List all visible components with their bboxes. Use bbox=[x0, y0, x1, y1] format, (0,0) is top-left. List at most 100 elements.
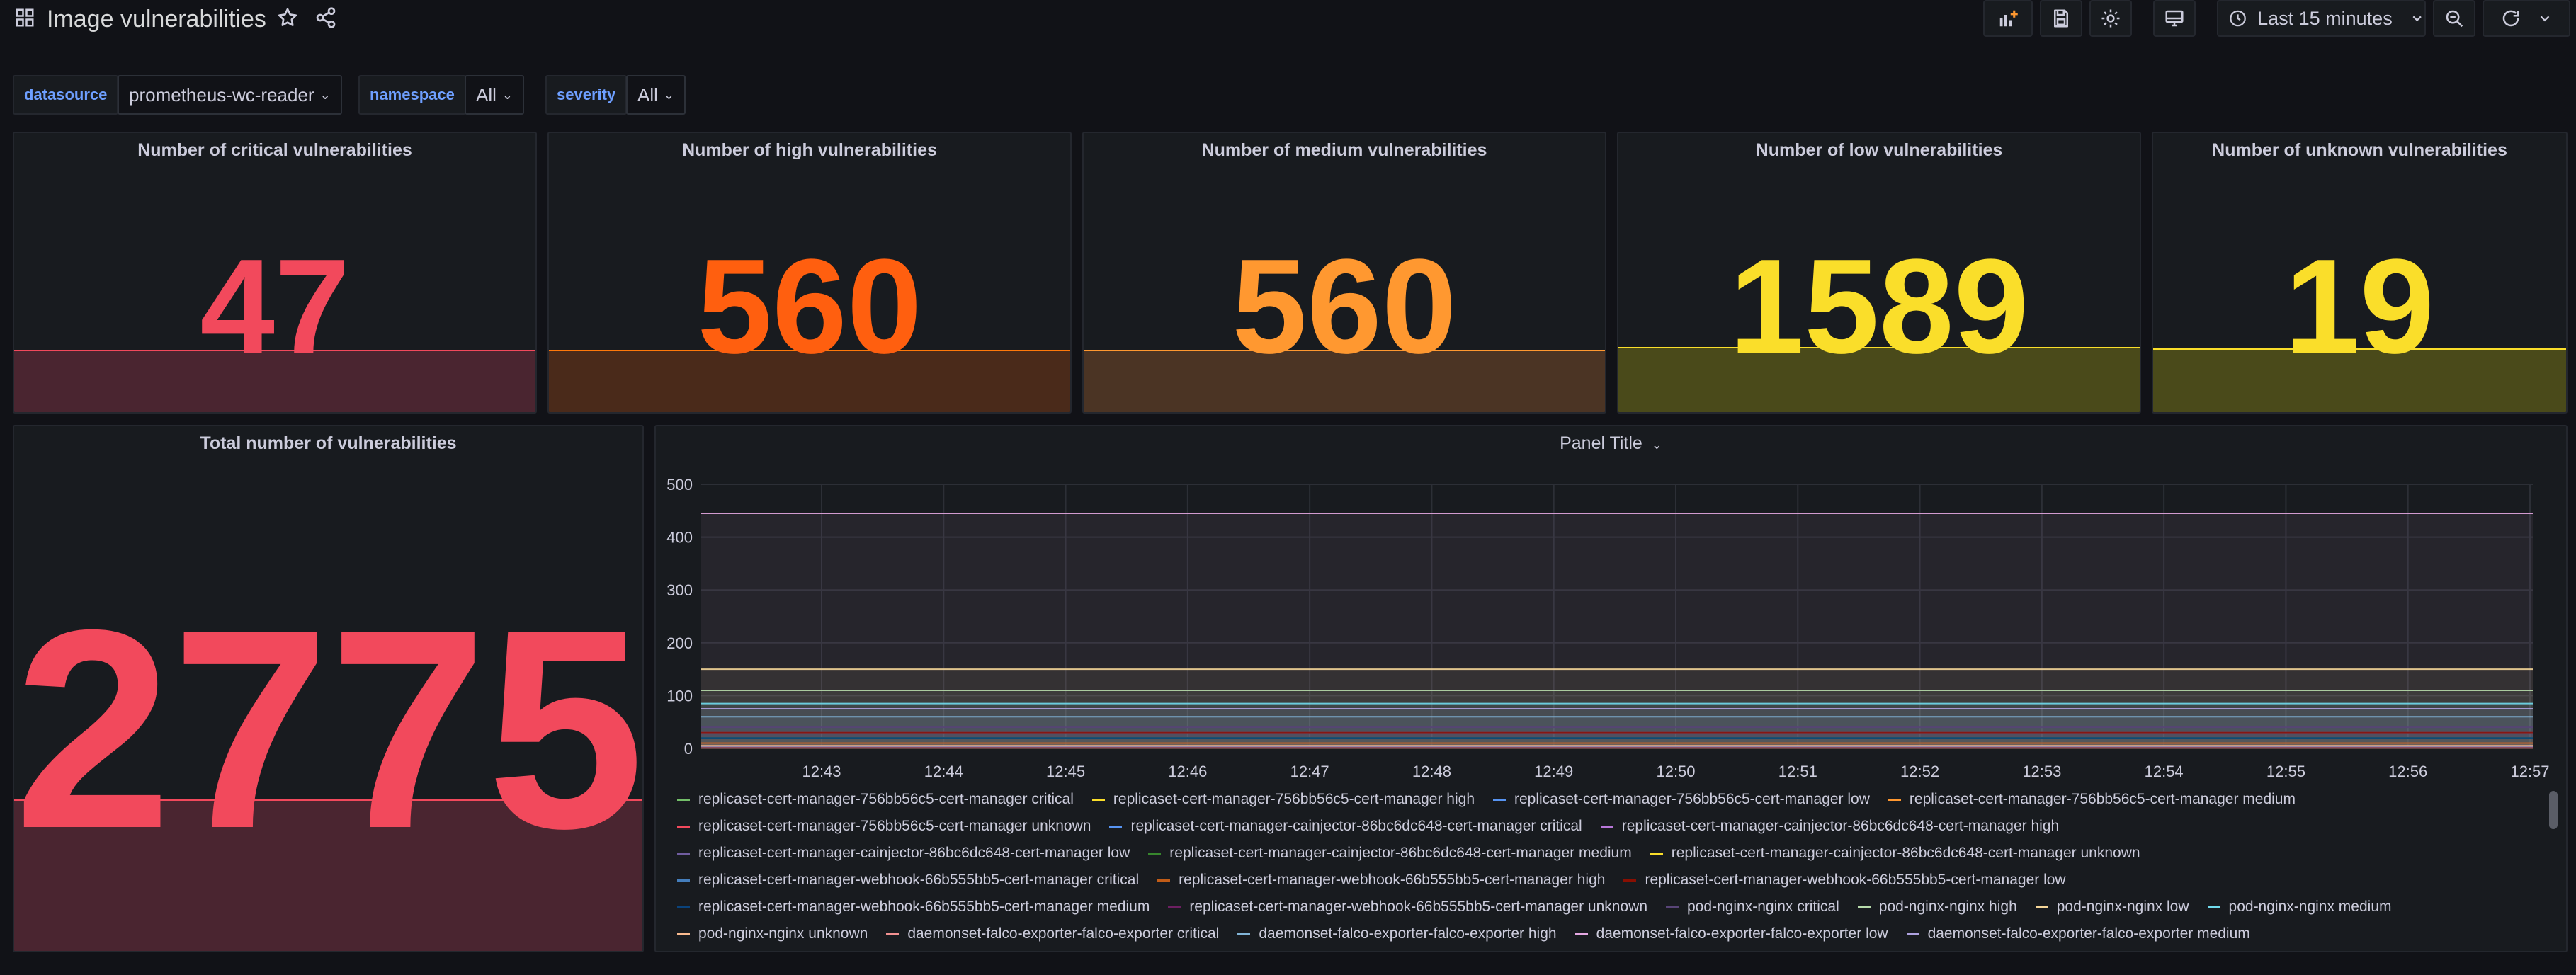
stat-panel-medium[interactable]: Number of medium vulnerabilities 560 bbox=[1082, 132, 1606, 414]
stat-panel-total[interactable]: Total number of vulnerabilities 2775 bbox=[13, 425, 644, 952]
legend-item[interactable]: replicaset-cert-manager-cainjector-86bc6… bbox=[1109, 818, 1582, 835]
legend-label: replicaset-cert-manager-webhook-66b555bb… bbox=[1179, 872, 1606, 888]
legend-label: replicaset-cert-manager-756bb56c5-cert-m… bbox=[698, 791, 1074, 807]
severity-select[interactable]: All ⌄ bbox=[626, 75, 686, 115]
legend-swatch bbox=[1650, 852, 1663, 855]
legend-swatch bbox=[677, 879, 690, 882]
legend-swatch bbox=[1623, 879, 1637, 882]
view-mode-button[interactable] bbox=[2153, 0, 2196, 37]
stat-value: 19 bbox=[2284, 232, 2435, 382]
legend-item[interactable]: replicaset-cert-manager-webhook-66b555bb… bbox=[1623, 872, 2066, 889]
legend-swatch bbox=[1888, 798, 1901, 801]
datasource-select[interactable]: prometheus-wc-reader ⌄ bbox=[118, 75, 342, 115]
gear-icon bbox=[2101, 9, 2120, 28]
zoom-out-button[interactable] bbox=[2433, 0, 2475, 37]
legend-swatch bbox=[677, 933, 690, 935]
legend-swatch bbox=[1493, 798, 1506, 801]
variable-label-datasource: datasource bbox=[13, 75, 119, 115]
legend-swatch bbox=[1666, 906, 1679, 908]
legend-label: pod-nginx-nginx unknown bbox=[698, 925, 868, 942]
legend-item[interactable]: daemonset-falco-exporter-falco-exporter … bbox=[886, 925, 1219, 942]
star-icon[interactable] bbox=[276, 6, 299, 29]
namespace-value: All bbox=[476, 84, 497, 106]
legend-scrollbar[interactable] bbox=[2549, 791, 2558, 829]
save-dashboard-button[interactable] bbox=[2040, 0, 2082, 37]
y-tick-label: 400 bbox=[666, 529, 693, 547]
legend-item[interactable]: daemonset-falco-exporter-falco-exporter … bbox=[1906, 925, 2250, 942]
legend-item[interactable]: replicaset-cert-manager-cainjector-86bc6… bbox=[1600, 818, 2060, 835]
panel-title: Number of medium vulnerabilities bbox=[1201, 140, 1487, 160]
top-bar: Image vulnerabilities Last 15 minutes bbox=[0, 0, 2576, 42]
legend-label: replicaset-cert-manager-cainjector-86bc6… bbox=[1621, 818, 2060, 834]
x-tick-label: 12:54 bbox=[2145, 763, 2184, 780]
variable-label-namespace: namespace bbox=[358, 75, 466, 115]
legend-item[interactable]: replicaset-cert-manager-cainjector-86bc6… bbox=[677, 845, 1130, 862]
legend-swatch bbox=[1237, 933, 1251, 935]
legend-swatch bbox=[677, 798, 690, 801]
legend-label: pod-nginx-nginx critical bbox=[1687, 899, 1839, 915]
legend-item[interactable]: replicaset-cert-manager-webhook-66b555bb… bbox=[1157, 872, 1605, 889]
dashboard-title[interactable]: Image vulnerabilities bbox=[47, 4, 266, 35]
namespace-select[interactable]: All ⌄ bbox=[465, 75, 524, 115]
refresh-button[interactable] bbox=[2483, 0, 2570, 37]
legend-item[interactable]: daemonset-falco-exporter-falco-exporter … bbox=[1574, 925, 1888, 942]
legend-item[interactable]: replicaset-cert-manager-756bb56c5-cert-m… bbox=[1888, 791, 2296, 808]
legend-item[interactable]: replicaset-cert-manager-webhook-66b555bb… bbox=[677, 899, 1150, 916]
monitor-icon bbox=[2165, 10, 2184, 27]
timeseries-panel[interactable]: Panel Title ⌄ 0 100 200 300 400 500 12:43 12:44… bbox=[654, 425, 2568, 952]
legend-item[interactable]: pod-nginx-nginx critical bbox=[1666, 899, 1839, 916]
legend-swatch bbox=[677, 906, 690, 908]
legend-item[interactable]: replicaset-cert-manager-756bb56c5-cert-m… bbox=[1091, 791, 1475, 808]
x-tick-label: 12:57 bbox=[2510, 763, 2549, 780]
legend-label: replicaset-cert-manager-756bb56c5-cert-m… bbox=[1113, 791, 1475, 807]
dashboard-settings-button[interactable] bbox=[2089, 0, 2132, 37]
share-icon[interactable] bbox=[314, 6, 337, 29]
y-tick-label: 300 bbox=[666, 581, 693, 599]
stat-panel-unknown[interactable]: Number of unknown vulnerabilities 19 bbox=[2152, 132, 2568, 414]
legend-item[interactable]: replicaset-cert-manager-756bb56c5-cert-m… bbox=[677, 818, 1091, 835]
legend-item[interactable]: pod-nginx-nginx low bbox=[2035, 899, 2189, 916]
legend-item[interactable]: pod-nginx-nginx high bbox=[1857, 899, 2017, 916]
legend-label: pod-nginx-nginx medium bbox=[2228, 899, 2392, 915]
legend-item[interactable]: replicaset-cert-manager-cainjector-86bc6… bbox=[1650, 845, 2140, 862]
time-range-label: Last 15 minutes bbox=[2257, 7, 2393, 29]
legend-row: replicaset-cert-manager-webhook-66b555bb… bbox=[677, 867, 2566, 894]
legend-row: pod-nginx-nginx unknown daemonset-falco-e… bbox=[677, 920, 2566, 947]
stat-panel-critical[interactable]: Number of critical vulnerabilities 47 bbox=[13, 132, 537, 414]
legend-swatch bbox=[1906, 933, 1919, 935]
legend-swatch bbox=[677, 852, 690, 855]
x-tick-label: 12:49 bbox=[1534, 763, 1573, 780]
y-tick-label: 100 bbox=[666, 687, 693, 705]
legend-item[interactable]: daemonset-falco-exporter-falco-exporter … bbox=[1237, 925, 1557, 942]
legend-item[interactable]: pod-nginx-nginx medium bbox=[2207, 899, 2392, 916]
chevron-down-icon bbox=[2412, 16, 2422, 22]
y-tick-label: 500 bbox=[666, 476, 693, 494]
legend-label: replicaset-cert-manager-webhook-66b555bb… bbox=[1645, 872, 2066, 888]
stat-panel-high[interactable]: Number of high vulnerabilities 560 bbox=[547, 132, 1072, 414]
panel-title: Number of critical vulnerabilities bbox=[137, 140, 412, 160]
legend-item[interactable]: replicaset-cert-manager-756bb56c5-cert-m… bbox=[1493, 791, 1870, 808]
legend-item[interactable]: replicaset-cert-manager-cainjector-86bc6… bbox=[1148, 845, 1632, 862]
stat-value: 560 bbox=[1232, 232, 1457, 382]
panel-title: Number of unknown vulnerabilities bbox=[2212, 140, 2507, 160]
legend-swatch bbox=[1148, 852, 1162, 855]
legend-item[interactable]: pod-nginx-nginx unknown bbox=[677, 925, 868, 942]
legend-item[interactable]: replicaset-cert-manager-756bb56c5-cert-m… bbox=[677, 791, 1074, 808]
legend-item[interactable]: replicaset-cert-manager-webhook-66b555bb… bbox=[677, 872, 1139, 889]
legend-swatch bbox=[2035, 906, 2048, 908]
stat-value: 1589 bbox=[1729, 232, 2029, 382]
x-tick-label: 12:56 bbox=[2388, 763, 2427, 780]
clock-icon bbox=[2230, 10, 2246, 27]
legend-label: daemonset-falco-exporter-falco-exporter … bbox=[1596, 925, 1888, 942]
legend-label: daemonset-falco-exporter-falco-exporter … bbox=[907, 925, 1220, 942]
legend-label: replicaset-cert-manager-756bb56c5-cert-m… bbox=[1514, 791, 1870, 807]
legend-swatch bbox=[1109, 825, 1123, 828]
legend-item[interactable]: replicaset-cert-manager-webhook-66b555bb… bbox=[1168, 899, 1647, 916]
chevron-down-icon: ⌄ bbox=[501, 87, 513, 102]
legend-label: pod-nginx-nginx low bbox=[2056, 899, 2189, 915]
stat-panel-low[interactable]: Number of low vulnerabilities 1589 bbox=[1617, 132, 2141, 414]
dashboards-grid-icon[interactable] bbox=[14, 7, 35, 28]
time-range-picker[interactable]: Last 15 minutes bbox=[2217, 0, 2426, 37]
timeseries-chart[interactable]: 0 100 200 300 400 500 12:43 12:44 12:45 12:46 12:4… bbox=[656, 426, 2568, 780]
add-panel-button[interactable] bbox=[1983, 0, 2033, 37]
